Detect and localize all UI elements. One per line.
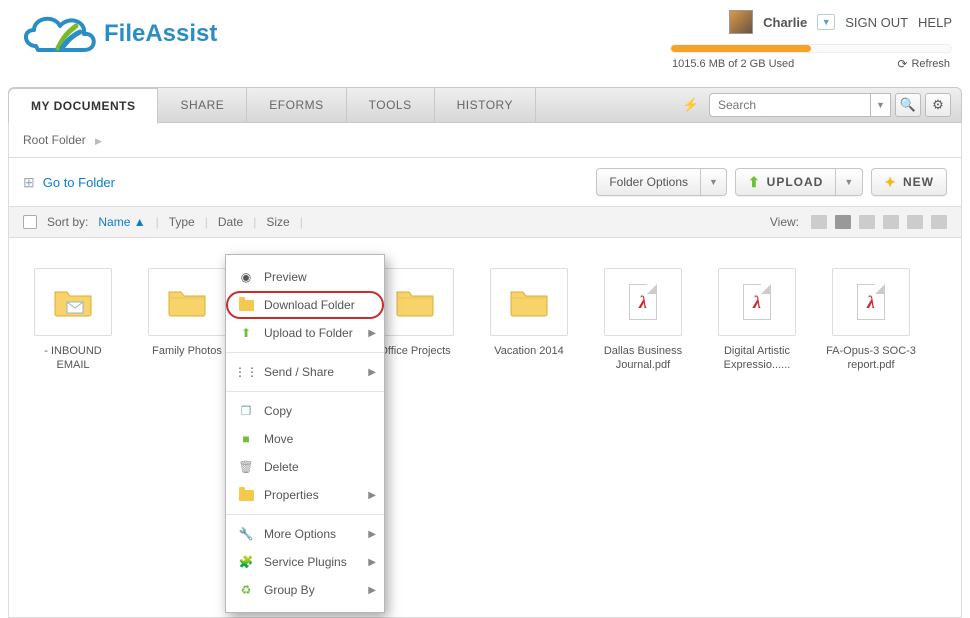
- ctx-send-share[interactable]: ⋮⋮ Send / Share ▶: [226, 358, 384, 386]
- ctx-move[interactable]: ■ Move: [226, 425, 384, 453]
- chevron-right-icon: ▶: [95, 136, 102, 146]
- chevron-down-icon: ▼: [836, 177, 862, 187]
- pdf-icon: λ: [832, 268, 910, 336]
- file-name-label: Office Projects: [379, 344, 450, 358]
- ctx-download-folder[interactable]: Download Folder: [226, 291, 384, 319]
- gear-icon: ⚙: [932, 97, 944, 113]
- file-item[interactable]: λ Digital Artistic Expressio......: [711, 268, 803, 373]
- file-item[interactable]: λ FA-Opus-3 SOC-3 report.pdf: [825, 268, 917, 373]
- ctx-delete[interactable]: 🗑 Delete: [226, 453, 384, 481]
- properties-icon: [238, 487, 254, 503]
- select-all-checkbox[interactable]: [23, 215, 37, 229]
- chevron-right-icon: ▶: [368, 490, 376, 501]
- file-name-label: FA-Opus-3 SOC-3 report.pdf: [825, 344, 917, 373]
- file-name-label: Vacation 2014: [494, 344, 564, 358]
- chevron-right-icon: ▶: [368, 585, 376, 596]
- search-dropdown[interactable]: ▼: [871, 93, 891, 117]
- upload-icon: ⬆: [748, 174, 761, 191]
- avatar[interactable]: [729, 10, 753, 34]
- view-chart-icon[interactable]: [931, 215, 947, 229]
- cloud-icon: [18, 10, 102, 58]
- username-label: Charlie: [763, 15, 807, 30]
- ctx-service-plugins[interactable]: 🧩 Service Plugins ▶: [226, 548, 384, 576]
- sort-label: Sort by:: [47, 215, 88, 229]
- search-icon: 🔍: [900, 97, 916, 113]
- view-compact-icon[interactable]: [859, 215, 875, 229]
- bolt-icon[interactable]: ⚡: [683, 97, 699, 113]
- download-folder-icon: [238, 297, 254, 313]
- sort-by-size[interactable]: Size: [266, 215, 289, 229]
- context-menu: ◉ Preview Download Folder ⬆ Upload to Fo…: [225, 254, 385, 613]
- chevron-right-icon: ▶: [368, 367, 376, 378]
- file-name-label: Family Photos: [152, 344, 222, 358]
- folder-icon: [490, 268, 568, 336]
- tab-history[interactable]: HISTORY: [435, 88, 536, 122]
- ctx-upload-to-folder[interactable]: ⬆ Upload to Folder ▶: [226, 319, 384, 347]
- app-name: FileAssist: [104, 20, 217, 48]
- trash-icon: 🗑: [238, 459, 254, 475]
- sort-by-type[interactable]: Type: [169, 215, 195, 229]
- chevron-right-icon: ▶: [368, 557, 376, 568]
- ctx-properties[interactable]: Properties ▶: [226, 481, 384, 509]
- view-detail-icon[interactable]: [883, 215, 899, 229]
- breadcrumb: Root Folder ▶: [8, 123, 962, 158]
- play-icon: ◉: [238, 269, 254, 285]
- star-icon: ✦: [884, 174, 897, 191]
- pdf-icon: λ: [718, 268, 796, 336]
- tab-my-documents[interactable]: MY DOCUMENTS: [8, 88, 158, 124]
- chevron-right-icon: ▶: [368, 328, 376, 339]
- plugin-icon: 🧩: [238, 554, 254, 570]
- wrench-icon: 🔧: [238, 526, 254, 542]
- file-name-label: Digital Artistic Expressio......: [711, 344, 803, 373]
- refresh-button[interactable]: ⟳ Refresh: [897, 57, 950, 71]
- help-link[interactable]: HELP: [918, 15, 952, 30]
- group-icon: ♻: [238, 582, 254, 598]
- folder-icon: [148, 268, 226, 336]
- folder-icon: [376, 268, 454, 336]
- search-button[interactable]: 🔍: [895, 93, 921, 117]
- view-list-icon[interactable]: [811, 215, 827, 229]
- breadcrumb-root[interactable]: Root Folder: [23, 133, 86, 147]
- file-item[interactable]: λ Dallas Business Journal.pdf: [597, 268, 689, 373]
- sort-by-name[interactable]: Name ▲: [98, 215, 145, 229]
- view-thumb-icon[interactable]: [907, 215, 923, 229]
- share-icon: ⋮⋮: [238, 364, 254, 380]
- file-name-label: Dallas Business Journal.pdf: [597, 344, 689, 373]
- folder-mail-icon: [34, 268, 112, 336]
- chevron-down-icon: ▼: [701, 177, 726, 187]
- chevron-right-icon: ▶: [368, 529, 376, 540]
- user-dropdown[interactable]: ▼: [817, 14, 835, 30]
- search-input[interactable]: [709, 93, 871, 117]
- go-to-folder-link[interactable]: ⊞ Go to Folder: [23, 174, 115, 191]
- storage-bar: [670, 44, 952, 53]
- file-item[interactable]: Vacation 2014: [483, 268, 575, 373]
- ctx-group-by[interactable]: ♻ Group By ▶: [226, 576, 384, 604]
- storage-text: 1015.6 MB of 2 GB Used: [672, 58, 794, 70]
- new-button[interactable]: ✦ NEW: [871, 168, 947, 196]
- file-item[interactable]: - INBOUND EMAIL: [27, 268, 119, 373]
- upload-button[interactable]: ⬆UPLOAD ▼: [735, 168, 863, 196]
- view-grid-icon[interactable]: [835, 215, 851, 229]
- move-icon: ■: [238, 431, 254, 447]
- refresh-icon: ⟳: [897, 57, 907, 71]
- settings-button[interactable]: ⚙: [925, 93, 951, 117]
- ctx-preview[interactable]: ◉ Preview: [226, 263, 384, 291]
- tab-share[interactable]: SHARE: [158, 88, 247, 122]
- ctx-more-options[interactable]: 🔧 More Options ▶: [226, 520, 384, 548]
- file-name-label: - INBOUND EMAIL: [27, 344, 119, 373]
- view-label: View:: [770, 215, 799, 229]
- upload-icon: ⬆: [238, 325, 254, 341]
- folder-options-button[interactable]: Folder Options ▼: [596, 168, 727, 196]
- tab-eforms[interactable]: EFORMS: [247, 88, 346, 122]
- pdf-icon: λ: [604, 268, 682, 336]
- sort-by-date[interactable]: Date: [218, 215, 243, 229]
- main-tabbar: MY DOCUMENTS SHARE EFORMS TOOLS HISTORY …: [8, 87, 962, 123]
- copy-icon: ❐: [238, 403, 254, 419]
- tree-icon: ⊞: [23, 174, 35, 191]
- ctx-copy[interactable]: ❐ Copy: [226, 397, 384, 425]
- signout-link[interactable]: SIGN OUT: [845, 15, 908, 30]
- file-item[interactable]: Family Photos: [141, 268, 233, 373]
- tab-tools[interactable]: TOOLS: [347, 88, 435, 122]
- app-logo: FileAssist: [18, 10, 217, 58]
